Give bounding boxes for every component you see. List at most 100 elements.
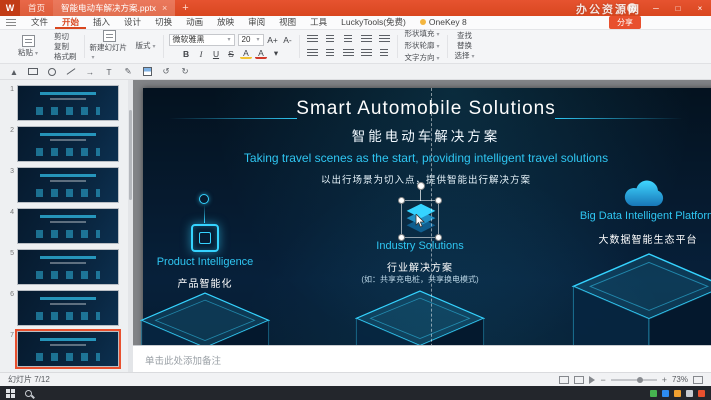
slide-tagline-en[interactable]: Taking travel scenes as the start, provi… xyxy=(143,151,709,165)
decrease-font-button[interactable]: A- xyxy=(282,34,294,46)
menu-animation[interactable]: 动画 xyxy=(179,16,210,29)
more-font-options-button[interactable]: ▾ xyxy=(270,48,282,60)
line-spacing-button[interactable] xyxy=(377,34,392,46)
selection-handle[interactable] xyxy=(398,197,405,204)
item-label-zh[interactable]: 大数据智能生态平台 xyxy=(508,231,711,246)
copy-button[interactable]: 复制 xyxy=(52,42,79,51)
thumbnail-row[interactable]: 7 xyxy=(2,331,132,367)
replace-button[interactable]: 替换 xyxy=(455,41,474,50)
menu-onekey[interactable]: OneKey 8 xyxy=(413,16,474,29)
taskbar-search-icon[interactable] xyxy=(25,390,32,397)
thumbnail-row[interactable]: 1 xyxy=(2,85,132,121)
menu-home[interactable]: 开始 xyxy=(55,16,86,29)
notes-placeholder[interactable]: 单击此处添加备注 xyxy=(145,353,221,367)
slide-canvas[interactable]: Smart Automobile Solutions 智能电动车解决方案 Tak… xyxy=(143,88,711,345)
slide-thumbnail-selected[interactable] xyxy=(17,331,119,367)
undo-icon[interactable]: ↺ xyxy=(160,66,172,78)
layout-button[interactable]: 版式▾ xyxy=(134,41,158,52)
close-button[interactable]: × xyxy=(689,0,711,16)
textbox-tool-icon[interactable]: T xyxy=(103,66,115,78)
fit-slide-icon[interactable] xyxy=(693,376,703,384)
slide-thumbnail[interactable] xyxy=(17,290,119,326)
menu-slideshow[interactable]: 放映 xyxy=(210,16,241,29)
tray-icon[interactable] xyxy=(686,390,693,397)
align-center-button[interactable] xyxy=(323,48,338,60)
tray-icon[interactable] xyxy=(698,390,705,397)
slide-thumbnail[interactable] xyxy=(17,126,119,162)
find-button[interactable]: 查找 xyxy=(455,31,474,40)
item-note[interactable]: (如：共享充电桩，共享换电模式) xyxy=(280,274,560,285)
normal-view-icon[interactable] xyxy=(559,376,569,384)
share-button[interactable]: 分享 xyxy=(609,16,641,29)
thumbnail-row[interactable]: 4 xyxy=(2,208,132,244)
font-name-select[interactable]: 微软雅黑▾ xyxy=(169,34,235,46)
thumbnail-row[interactable]: 3 xyxy=(2,167,132,203)
paste-button[interactable]: 粘贴▾ xyxy=(8,35,48,59)
maximize-button[interactable]: □ xyxy=(667,0,689,16)
increase-indent-button[interactable] xyxy=(359,34,374,46)
selection-handle[interactable] xyxy=(435,197,442,204)
tray-icon[interactable] xyxy=(674,390,681,397)
bold-button[interactable]: B xyxy=(180,48,192,60)
line-tool-icon[interactable] xyxy=(65,66,77,78)
justify-button[interactable] xyxy=(359,48,374,60)
thumbnail-row[interactable]: 5 xyxy=(2,249,132,285)
slide-title-zh[interactable]: 智能电动车解决方案 xyxy=(143,125,709,145)
isometric-platform-left[interactable] xyxy=(139,288,271,345)
align-left-button[interactable] xyxy=(305,48,320,60)
slideshow-view-icon[interactable] xyxy=(589,376,595,384)
pen-tool-icon[interactable]: ✎ xyxy=(122,66,134,78)
rotation-handle[interactable] xyxy=(417,182,425,190)
align-right-button[interactable] xyxy=(341,48,356,60)
arrow-tool-icon[interactable]: → xyxy=(84,66,96,78)
columns-button[interactable] xyxy=(377,48,392,60)
font-color-button[interactable]: A xyxy=(255,48,267,59)
editing-canvas[interactable]: Smart Automobile Solutions 智能电动车解决方案 Tak… xyxy=(133,80,711,345)
item-label-zh[interactable]: 行业解决方案 xyxy=(280,259,560,274)
thumbnail-row[interactable]: 2 xyxy=(2,126,132,162)
slide-thumbnail[interactable] xyxy=(17,85,119,121)
new-slide-button[interactable]: 新建幻灯片▾ xyxy=(90,30,130,64)
menu-file[interactable]: 文件 xyxy=(24,16,55,29)
italic-button[interactable]: I xyxy=(195,48,207,60)
big-data-cloud-icon[interactable] xyxy=(621,176,675,212)
font-size-select[interactable]: 20▾ xyxy=(238,34,264,46)
strikethrough-button[interactable]: S xyxy=(225,48,237,60)
bullets-button[interactable] xyxy=(305,34,320,46)
home-tab[interactable]: 首页 xyxy=(20,0,53,16)
shape-outline-button[interactable]: 形状轮廓▾ xyxy=(403,41,442,52)
select-cursor-icon[interactable]: ▲ xyxy=(8,66,20,78)
document-tab[interactable]: 智能电动车解决方案.pptx × xyxy=(53,0,175,16)
zoom-slider[interactable] xyxy=(611,379,657,381)
menu-design[interactable]: 设计 xyxy=(117,16,148,29)
notes-pane[interactable]: 单击此处添加备注 xyxy=(133,345,711,372)
tray-icon[interactable] xyxy=(662,390,669,397)
ellipse-tool-icon[interactable] xyxy=(46,66,58,78)
slide-thumbnail[interactable] xyxy=(17,249,119,285)
isometric-platform-right[interactable] xyxy=(571,248,711,345)
menu-luckytools[interactable]: LuckyTools(免费) xyxy=(334,16,413,29)
slide-thumbnail[interactable] xyxy=(17,208,119,244)
select-button[interactable]: 选择▾ xyxy=(453,51,477,62)
tray-icon[interactable] xyxy=(650,390,657,397)
zoom-out-button[interactable]: − xyxy=(600,375,605,385)
slide-thumbnail[interactable] xyxy=(17,167,119,203)
menu-transition[interactable]: 切换 xyxy=(148,16,179,29)
fill-color-icon[interactable] xyxy=(141,66,153,78)
redo-icon[interactable]: ↻ xyxy=(179,66,191,78)
item-label-en[interactable]: Big Data Intelligent Platform xyxy=(508,210,711,222)
underline-button[interactable]: U xyxy=(210,48,222,60)
highlight-color-button[interactable]: A xyxy=(240,48,252,59)
text-direction-button[interactable]: 文字方向▾ xyxy=(403,53,442,64)
shape-fill-button[interactable]: 形状填充▾ xyxy=(403,29,442,40)
zoom-in-button[interactable]: + xyxy=(662,375,667,385)
slide-sorter-view-icon[interactable] xyxy=(574,376,584,384)
wps-logo[interactable]: W xyxy=(0,0,20,16)
isometric-platform-middle[interactable] xyxy=(354,286,486,345)
hamburger-menu-icon[interactable] xyxy=(6,19,16,26)
numbering-button[interactable] xyxy=(323,34,338,46)
cut-button[interactable]: 剪切 xyxy=(52,32,79,41)
start-button-icon[interactable] xyxy=(6,389,15,398)
zoom-slider-thumb[interactable] xyxy=(637,377,643,383)
decrease-indent-button[interactable] xyxy=(341,34,356,46)
